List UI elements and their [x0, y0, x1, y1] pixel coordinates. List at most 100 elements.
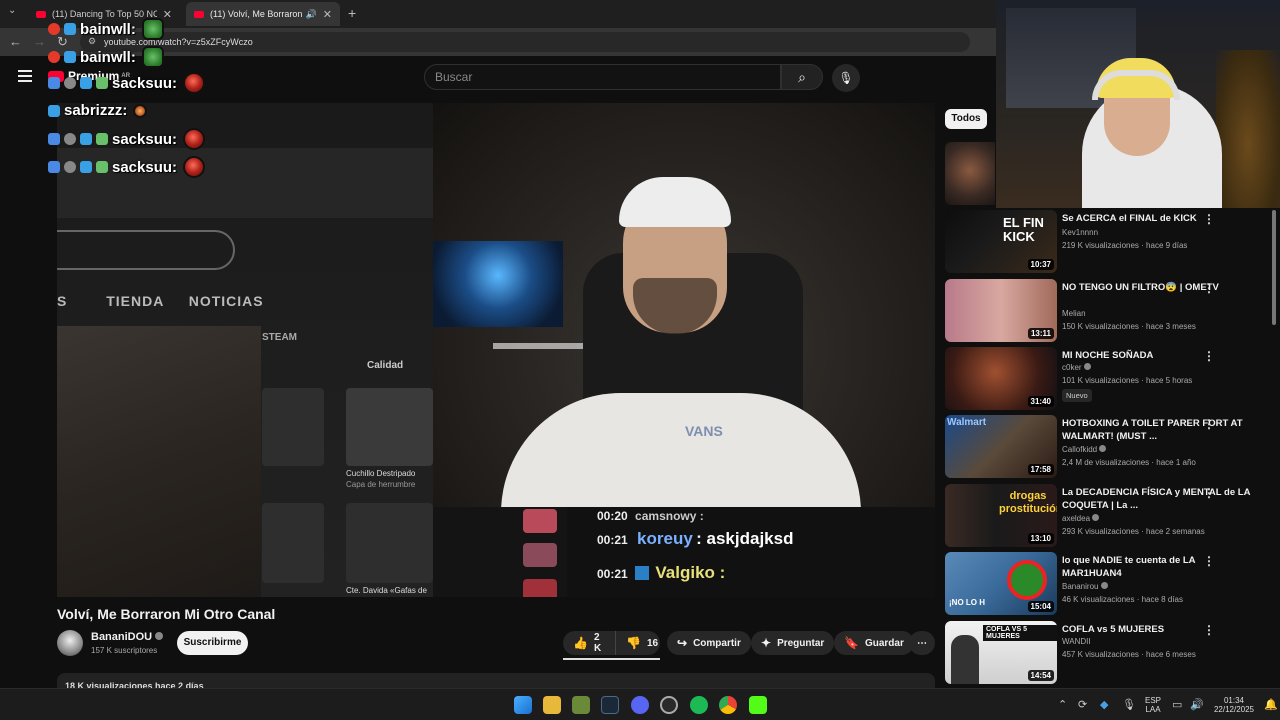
- video-thumbnail[interactable]: COFLA VS 5 MUJERES 14:54: [945, 621, 1057, 684]
- speaker-icon[interactable]: 🔊: [306, 9, 317, 20]
- file-explorer-icon[interactable]: [543, 696, 561, 714]
- video-thumbnail[interactable]: 13:11: [945, 279, 1057, 342]
- more-options-icon[interactable]: ⋮: [1203, 212, 1215, 226]
- recommendation-channel[interactable]: axeldea: [1062, 514, 1100, 523]
- microphone-tray-icon[interactable]: 🎙: [1122, 698, 1136, 711]
- item-subtitle: Capa de herrumbre: [346, 480, 416, 489]
- clock[interactable]: 01:34 22/12/2025: [1210, 696, 1258, 714]
- channel-avatar[interactable]: [57, 630, 83, 656]
- close-tab-icon[interactable]: ✕: [323, 8, 332, 21]
- close-tab-icon[interactable]: ✕: [163, 8, 172, 21]
- recommendation-item[interactable]: EL FIN KICK 10:37 Se ACERCA el FINAL de …: [945, 210, 1265, 274]
- sync-icon[interactable]: ⟳: [1078, 698, 1087, 711]
- recommendation-title[interactable]: NO TENGO UN FILTRO😨 | OMETV: [1062, 281, 1252, 294]
- recommendation-title[interactable]: lo que NADIE te cuenta de LA MAR1HUAN4: [1062, 554, 1252, 580]
- dislike-button[interactable]: 👎 16: [615, 631, 660, 655]
- volume-icon[interactable]: 🔊: [1190, 698, 1204, 711]
- badge-icon: [48, 161, 60, 173]
- minecraft-icon[interactable]: [572, 696, 590, 714]
- video-thumbnail[interactable]: 31:40: [945, 347, 1057, 410]
- badge-icon: [64, 133, 76, 145]
- recommendation-title[interactable]: MI NOCHE SOÑADA: [1062, 349, 1252, 362]
- steam-icon[interactable]: [601, 696, 619, 714]
- recommendation-channel[interactable]: Kev1nnnn: [1062, 228, 1098, 237]
- video-thumbnail[interactable]: [945, 142, 995, 205]
- emote-icon: [183, 128, 206, 150]
- overlay-chat-line: bainwll:: [48, 18, 164, 40]
- more-options-icon[interactable]: ⋮: [1203, 349, 1215, 363]
- search-input[interactable]: Buscar: [424, 64, 781, 90]
- badge-icon: [48, 23, 60, 35]
- more-options-icon[interactable]: ⋮: [1203, 417, 1215, 431]
- overlay-user: sabrizzz:: [64, 102, 128, 119]
- recommendation-item[interactable]: COFLA VS 5 MUJERES 14:54 COFLA vs 5 MUJE…: [945, 621, 1265, 684]
- tab-search-icon[interactable]: ⌄: [8, 5, 16, 16]
- video-thumbnail[interactable]: Walmart 17:58: [945, 415, 1057, 478]
- scrollbar-thumb[interactable]: [1272, 210, 1276, 325]
- recommendation-channel[interactable]: WANDII: [1062, 637, 1091, 646]
- thumbnail-text: COFLA VS 5 MUJERES: [983, 625, 1057, 641]
- tab-volvi[interactable]: (11) Volví, Me Borraron Mi C... 🔊 ✕: [186, 2, 340, 26]
- ask-button[interactable]: ✦ Preguntar: [751, 631, 835, 655]
- sidebar-scrollbar[interactable]: [1271, 208, 1277, 684]
- discord-icon[interactable]: [631, 696, 649, 714]
- input-language[interactable]: ESP LAA: [1142, 696, 1164, 714]
- more-actions-button[interactable]: ⋯: [909, 631, 935, 655]
- channel-name-link[interactable]: BananiDOU: [91, 631, 164, 643]
- notifications-icon[interactable]: 🔔: [1264, 698, 1278, 711]
- recommendation-title[interactable]: COFLA vs 5 MUJERES: [1062, 623, 1252, 636]
- chat-message: : askjdajksd: [696, 529, 794, 548]
- network-icon[interactable]: ▭: [1172, 698, 1182, 711]
- subscribe-button[interactable]: Suscribirme: [177, 631, 248, 655]
- sparkle-icon: ✦: [761, 636, 772, 650]
- more-options-icon[interactable]: ⋮: [1203, 281, 1215, 295]
- search-button[interactable]: ⌕: [781, 64, 823, 90]
- video-thumbnail[interactable]: ¡NO LO H 15:04: [945, 552, 1057, 615]
- like-button[interactable]: 👍 2 K: [563, 631, 615, 655]
- video-thumbnail[interactable]: EL FIN KICK 10:37: [945, 210, 1057, 273]
- badge-icon: [96, 133, 108, 145]
- kick-icon[interactable]: [749, 696, 767, 714]
- share-icon: ↪: [677, 636, 688, 650]
- quality-filter-label: Calidad: [367, 360, 404, 371]
- recommendation-channel[interactable]: c0ker: [1062, 363, 1091, 372]
- recommendation-channel[interactable]: Callofkidd: [1062, 445, 1107, 454]
- shield-icon[interactable]: ◆: [1100, 698, 1108, 711]
- start-menu-icon[interactable]: [514, 696, 532, 714]
- verified-icon: [1099, 445, 1107, 452]
- recommendation-title[interactable]: HOTBOXING A TOILET PARER FORT AT WALMART…: [1062, 417, 1252, 443]
- recommendation-item[interactable]: drogas prostitución? 13:10 La DECADENCIA…: [945, 484, 1265, 548]
- recommendation-item[interactable]: 31:40 MI NOCHE SOÑADA c0ker 101 K visual…: [945, 347, 1265, 411]
- voice-search-button[interactable]: 🎙: [832, 64, 860, 92]
- back-arrow-icon[interactable]: ←: [9, 34, 22, 49]
- tray-overflow-icon[interactable]: ⌃: [1058, 698, 1067, 711]
- chip-all[interactable]: Todos: [945, 109, 987, 129]
- chrome-icon[interactable]: [719, 696, 737, 714]
- spotify-icon[interactable]: [690, 696, 708, 714]
- recommendation-item[interactable]: 13:11 NO TENGO UN FILTRO😨 | OMETV Melian…: [945, 279, 1265, 343]
- menu-icon[interactable]: [18, 70, 32, 82]
- more-options-icon[interactable]: ⋮: [1203, 486, 1215, 500]
- url-field[interactable]: ⚙ youtube.com/watch?v=z5xZFcyWczo: [80, 32, 970, 52]
- recommendation-meta: 46 K visualizaciones · hace 8 días: [1062, 595, 1183, 604]
- headphones: [1092, 70, 1180, 100]
- more-options-icon[interactable]: ⋮: [1203, 554, 1215, 568]
- chat-thumbnail: [523, 509, 557, 533]
- chat-time: 00:20: [597, 509, 628, 523]
- ask-label: Preguntar: [777, 637, 825, 649]
- recommendation-channel[interactable]: Melian: [1062, 309, 1086, 318]
- obs-icon[interactable]: [660, 696, 678, 714]
- thumbs-down-icon: 👎: [626, 636, 641, 650]
- video-thumbnail[interactable]: drogas prostitución? 13:10: [945, 484, 1057, 547]
- save-button[interactable]: 🔖 Guardar: [834, 631, 914, 655]
- forward-arrow-icon[interactable]: →: [33, 34, 46, 49]
- recommendation-channel[interactable]: Bananirou: [1062, 582, 1108, 591]
- recommendation-title[interactable]: Se ACERCA el FINAL de KICK: [1062, 212, 1252, 225]
- recommendation-title[interactable]: La DECADENCIA FÍSICA y MENTAL de LA COQU…: [1062, 486, 1252, 512]
- share-button[interactable]: ↪ Compartir: [667, 631, 751, 655]
- new-tab-button[interactable]: +: [348, 5, 356, 21]
- recommendation-item[interactable]: Walmart 17:58 HOTBOXING A TOILET PARER F…: [945, 415, 1265, 479]
- more-options-icon[interactable]: ⋮: [1203, 623, 1215, 637]
- verified-icon: [1092, 514, 1100, 521]
- recommendation-item[interactable]: ¡NO LO H 15:04 lo que NADIE te cuenta de…: [945, 552, 1265, 616]
